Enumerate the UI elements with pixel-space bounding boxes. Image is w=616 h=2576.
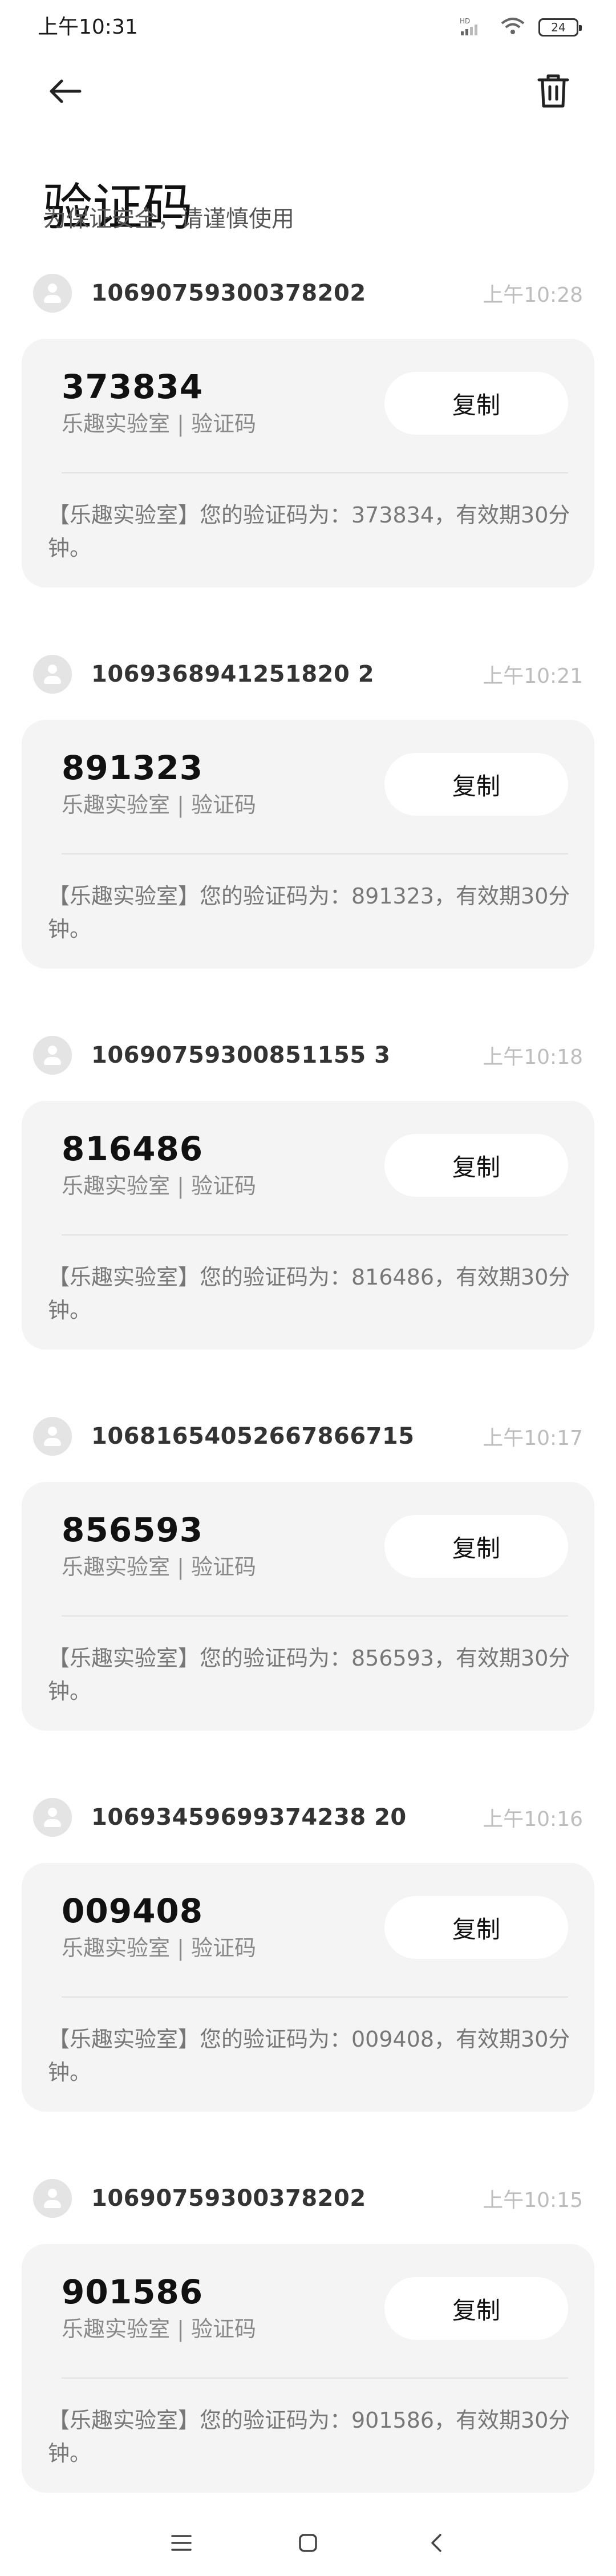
hd-signal-icon: HD [460, 15, 487, 39]
divider [62, 1996, 568, 1998]
divider [62, 853, 568, 854]
verification-code: 891323 [62, 748, 204, 787]
sender-row: 10681654052667866715 上午10:17 [33, 1417, 583, 1456]
message-body: 【乐趣实验室】您的验证码为：816486，有效期30分钟。 [48, 1265, 570, 1323]
avatar-icon [33, 1798, 72, 1837]
message-time: 上午10:17 [483, 1427, 583, 1450]
top-app-bar [0, 63, 616, 120]
sender-row: 10690759300378202 上午10:28 [33, 274, 583, 313]
message-body: 【乐趣实验室】您的验证码为：891323，有效期30分钟。 [48, 884, 570, 942]
sender-number: 10693459699374238 20 [91, 1804, 407, 1830]
message-body: 【乐趣实验室】您的验证码为：009408，有效期30分钟。 [48, 2027, 570, 2085]
divider [62, 1234, 568, 1236]
message-body: 【乐趣实验室】您的验证码为：373834，有效期30分钟。 [48, 503, 570, 561]
verification-code-card[interactable]: 009408 乐趣实验室 | 验证码 复制 【乐趣实验室】您的验证码为：0094… [22, 1863, 594, 2112]
page-subtitle: 为保证安全，请谨慎使用 [43, 206, 294, 232]
home-square-icon [299, 2534, 317, 2552]
recent-apps-button[interactable] [161, 2522, 202, 2563]
sender-row: 1069368941251820 2 上午10:21 [33, 655, 583, 694]
sender-number: 10690759300851155 3 [91, 1042, 391, 1068]
message-time: 上午10:28 [483, 283, 583, 307]
avatar-icon [33, 274, 72, 313]
sender-number: 10690759300378202 [91, 280, 366, 306]
status-time: 上午10:31 [38, 15, 138, 39]
status-bar: 上午10:31 HD 24 [0, 0, 616, 55]
sender-number: 10690759300378202 [91, 2185, 366, 2212]
trash-icon [537, 74, 569, 108]
svg-text:HD: HD [460, 17, 470, 25]
message-time: 上午10:18 [483, 1046, 583, 1069]
message-group: 1069368941251820 2 上午10:21 891323 乐趣实验室 … [0, 647, 616, 1028]
message-group: 10690759300378202 上午10:28 373834 乐趣实验室 |… [0, 266, 616, 647]
system-navigation-bar [0, 2508, 616, 2576]
battery-icon: 24 [538, 18, 582, 37]
code-source: 乐趣实验室 | 验证码 [62, 1554, 256, 1579]
copy-button[interactable]: 复制 [384, 1515, 568, 1578]
sender-row: 10693459699374238 20 上午10:16 [33, 1798, 583, 1837]
divider [62, 2377, 568, 2379]
status-icons: HD 24 [460, 15, 582, 39]
verification-code-card[interactable]: 901586 乐趣实验室 | 验证码 复制 【乐趣实验室】您的验证码为：9015… [22, 2244, 594, 2493]
arrow-left-icon [50, 79, 82, 103]
menu-icon [171, 2535, 192, 2551]
code-source: 乐趣实验室 | 验证码 [62, 1173, 256, 1198]
verification-code: 856593 [62, 1510, 204, 1549]
home-button[interactable] [287, 2522, 329, 2563]
message-group: 10690759300851155 3 上午10:18 816486 乐趣实验室… [0, 1028, 616, 1409]
copy-button[interactable]: 复制 [384, 753, 568, 816]
copy-button[interactable]: 复制 [384, 2277, 568, 2340]
verification-code: 816486 [62, 1129, 204, 1168]
verification-code: 373834 [62, 367, 204, 406]
message-group: 10681654052667866715 上午10:17 856593 乐趣实验… [0, 1409, 616, 1790]
avatar-icon [33, 2179, 72, 2218]
sender-row: 10690759300378202 上午10:15 [33, 2179, 583, 2218]
system-back-button[interactable] [416, 2522, 457, 2563]
verification-code-card[interactable]: 856593 乐趣实验室 | 验证码 复制 【乐趣实验室】您的验证码为：8565… [22, 1482, 594, 1731]
sender-number: 10681654052667866715 [91, 1423, 415, 1449]
copy-button[interactable]: 复制 [384, 372, 568, 435]
code-source: 乐趣实验室 | 验证码 [62, 1935, 256, 1961]
divider [62, 1615, 568, 1617]
verification-code: 009408 [62, 1892, 204, 1930]
message-time: 上午10:16 [483, 1808, 583, 1831]
chevron-left-icon [431, 2534, 441, 2552]
message-list: 10690759300378202 上午10:28 373834 乐趣实验室 |… [0, 266, 616, 2552]
code-source: 乐趣实验室 | 验证码 [62, 792, 256, 817]
avatar-icon [33, 655, 72, 694]
sender-row: 10690759300851155 3 上午10:18 [33, 1036, 583, 1075]
verification-code: 901586 [62, 2273, 204, 2311]
back-button[interactable] [44, 71, 86, 112]
copy-button[interactable]: 复制 [384, 1134, 568, 1197]
message-time: 上午10:15 [483, 2189, 583, 2212]
verification-code-card[interactable]: 816486 乐趣实验室 | 验证码 复制 【乐趣实验室】您的验证码为：8164… [22, 1101, 594, 1350]
divider [62, 472, 568, 473]
avatar-icon [33, 1036, 72, 1075]
verification-code-card[interactable]: 891323 乐趣实验室 | 验证码 复制 【乐趣实验室】您的验证码为：8913… [22, 720, 594, 969]
message-time: 上午10:21 [483, 665, 583, 688]
avatar-icon [33, 1417, 72, 1456]
message-body: 【乐趣实验室】您的验证码为：901586，有效期30分钟。 [48, 2408, 570, 2466]
sender-number: 1069368941251820 2 [91, 661, 375, 687]
verification-code-card[interactable]: 373834 乐趣实验室 | 验证码 复制 【乐趣实验室】您的验证码为：3738… [22, 339, 594, 588]
code-source: 乐趣实验室 | 验证码 [62, 2316, 256, 2342]
message-body: 【乐趣实验室】您的验证码为：856593，有效期30分钟。 [48, 1646, 570, 1704]
code-source: 乐趣实验室 | 验证码 [62, 411, 256, 436]
message-group: 10690759300378202 上午10:15 901586 乐趣实验室 |… [0, 2171, 616, 2552]
copy-button[interactable]: 复制 [384, 1896, 568, 1959]
message-group: 10693459699374238 20 上午10:16 009408 乐趣实验… [0, 1790, 616, 2171]
wifi-icon [500, 17, 526, 38]
delete-all-button[interactable] [533, 71, 574, 112]
